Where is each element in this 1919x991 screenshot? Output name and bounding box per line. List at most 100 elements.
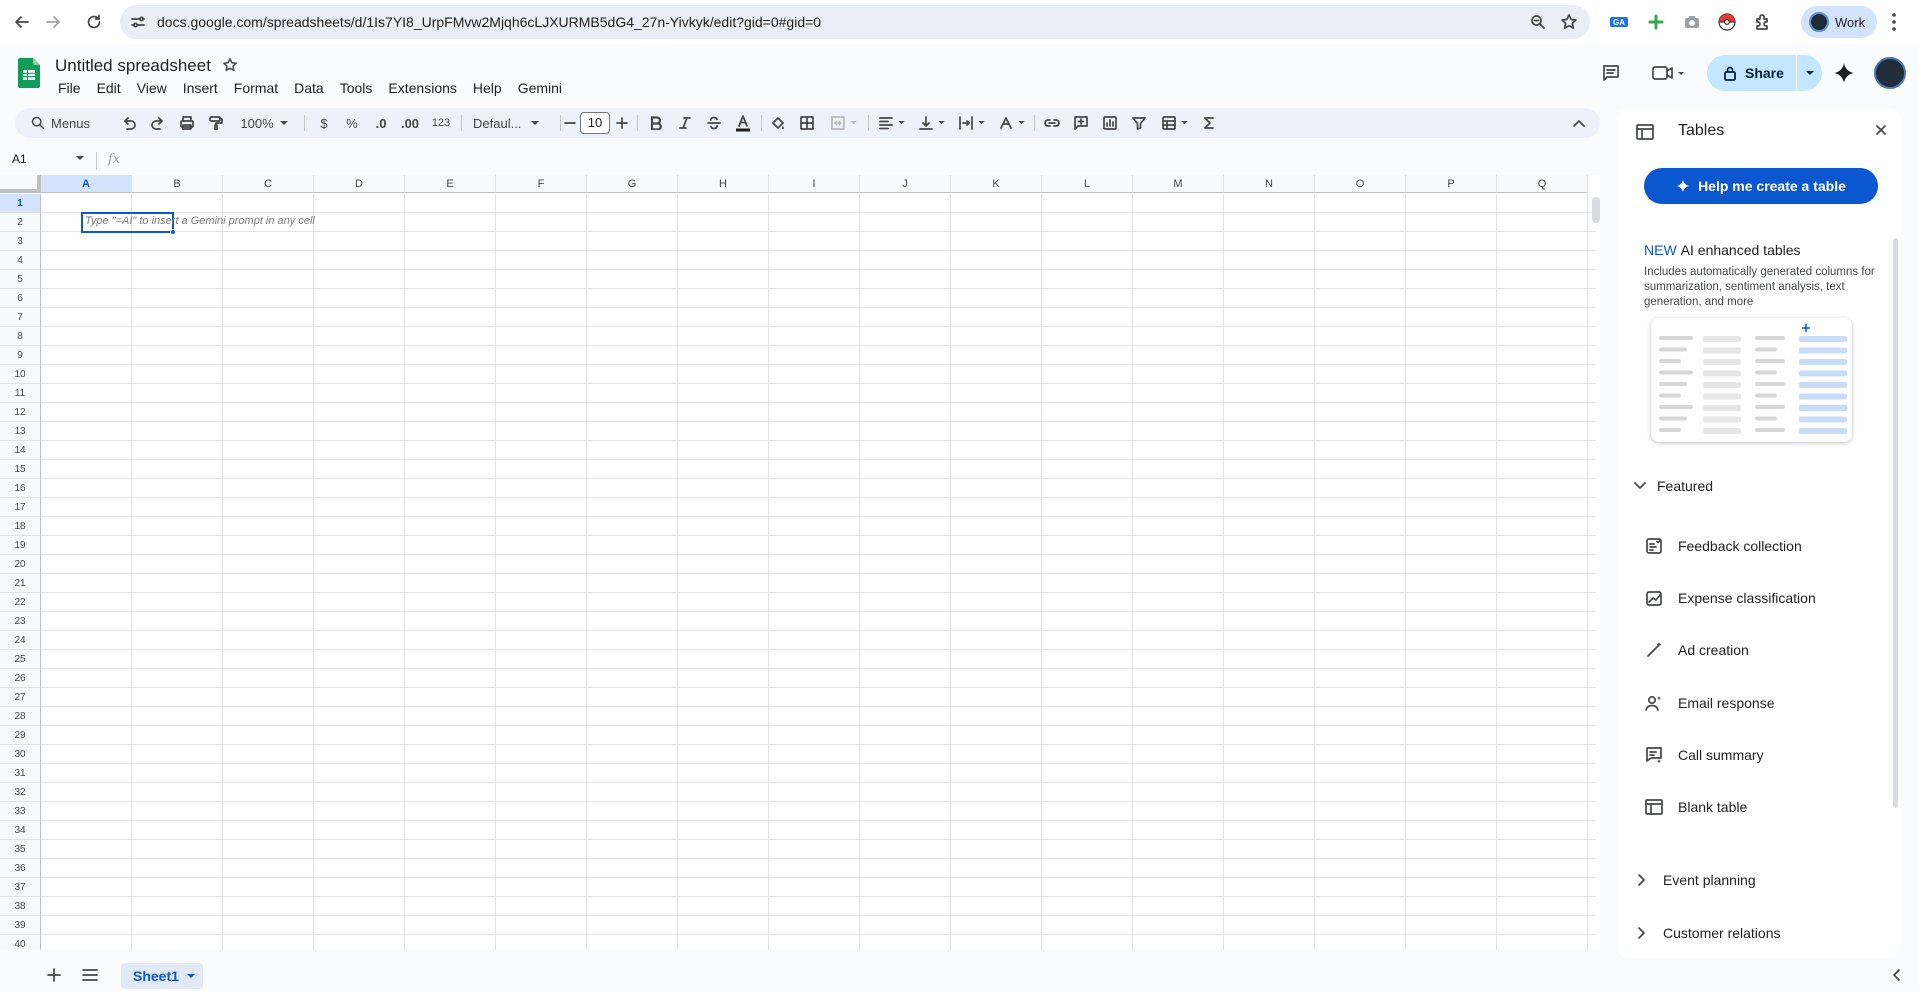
- row-header-1[interactable]: 1: [0, 194, 41, 213]
- site-info-icon[interactable]: [130, 14, 146, 30]
- vertical-scrollbar[interactable]: [1592, 197, 1600, 223]
- search-menus-button[interactable]: Menus: [23, 111, 113, 135]
- strikethrough-button[interactable]: [703, 112, 725, 134]
- column-header-c[interactable]: C: [223, 175, 314, 193]
- column-header-h[interactable]: H: [678, 175, 769, 193]
- comments-button[interactable]: [1599, 61, 1623, 85]
- menu-format[interactable]: Format: [226, 78, 286, 98]
- gemini-button[interactable]: [1832, 61, 1856, 85]
- all-sheets-button[interactable]: [82, 968, 98, 982]
- document-title[interactable]: Untitled spreadsheet: [55, 56, 211, 76]
- menu-gemini[interactable]: Gemini: [510, 78, 570, 98]
- row-header-28[interactable]: 28: [0, 707, 41, 726]
- italic-button[interactable]: [674, 112, 696, 134]
- column-header-m[interactable]: M: [1133, 175, 1224, 193]
- row-header-34[interactable]: 34: [0, 821, 41, 840]
- fill-handle[interactable]: [170, 229, 176, 235]
- row-header-37[interactable]: 37: [0, 878, 41, 897]
- row-header-18[interactable]: 18: [0, 517, 41, 536]
- row-header-25[interactable]: 25: [0, 650, 41, 669]
- column-header-p[interactable]: P: [1406, 175, 1497, 193]
- column-header-i[interactable]: I: [769, 175, 860, 193]
- name-box[interactable]: A1: [12, 152, 27, 166]
- spreadsheet-grid[interactable]: ABCDEFGHIJKLMNOPQ 1 2 3 4 5 6 7 8 9 10 11 12 13 14 15 1…: [0, 175, 1600, 950]
- decrease-decimal-button[interactable]: .0: [369, 112, 393, 134]
- template-blank-table[interactable]: Blank table: [1644, 797, 1747, 817]
- menu-extensions[interactable]: Extensions: [380, 78, 464, 98]
- row-header-17[interactable]: 17: [0, 498, 41, 517]
- section-event-planning[interactable]: Event planning: [1637, 872, 1756, 888]
- print-button[interactable]: [176, 112, 198, 134]
- ai-table-preview-illustration[interactable]: [1651, 318, 1852, 442]
- font-size-input[interactable]: 10: [580, 112, 610, 134]
- column-header-a[interactable]: A: [41, 175, 132, 193]
- select-all-corner[interactable]: [0, 175, 41, 193]
- bookmark-star-icon[interactable]: [1560, 13, 1578, 31]
- template-email-response[interactable]: Email response: [1644, 693, 1775, 713]
- currency-format-button[interactable]: $: [313, 112, 335, 134]
- column-header-k[interactable]: K: [951, 175, 1042, 193]
- text-wrapping-button[interactable]: [955, 112, 987, 134]
- row-header-33[interactable]: 33: [0, 802, 41, 821]
- star-document-icon[interactable]: [222, 57, 238, 73]
- browser-profile-button[interactable]: Work: [1801, 6, 1877, 38]
- menu-tools[interactable]: Tools: [332, 78, 381, 98]
- column-header-b[interactable]: B: [132, 175, 223, 193]
- caret-down-icon[interactable]: [186, 973, 195, 979]
- row-header-23[interactable]: 23: [0, 612, 41, 631]
- close-panel-button[interactable]: [1873, 122, 1889, 138]
- menu-insert[interactable]: Insert: [175, 78, 226, 98]
- number-format-button[interactable]: 123: [427, 112, 455, 134]
- extension-pokeball-icon[interactable]: [1716, 11, 1738, 33]
- row-header-31[interactable]: 31: [0, 764, 41, 783]
- row-header-19[interactable]: 19: [0, 536, 41, 555]
- menu-edit[interactable]: Edit: [89, 78, 129, 98]
- row-header-29[interactable]: 29: [0, 726, 41, 745]
- help-me-create-table-button[interactable]: Help me create a table: [1644, 168, 1878, 204]
- browser-menu-button[interactable]: [1891, 12, 1897, 32]
- zoom-icon[interactable]: [1530, 14, 1546, 30]
- increase-decimal-button[interactable]: .00: [397, 112, 423, 134]
- functions-button[interactable]: [1198, 112, 1220, 134]
- sheet-tab-sheet1[interactable]: Sheet1: [121, 963, 203, 989]
- extension-plus-icon[interactable]: [1645, 11, 1667, 33]
- row-header-10[interactable]: 10: [0, 365, 41, 384]
- template-feedback-collection[interactable]: Feedback collection: [1644, 536, 1802, 556]
- column-header-l[interactable]: L: [1042, 175, 1133, 193]
- row-header-4[interactable]: 4: [0, 251, 41, 270]
- panel-scrollbar[interactable]: [1893, 238, 1898, 808]
- row-header-21[interactable]: 21: [0, 574, 41, 593]
- font-family-select[interactable]: Defaul...: [467, 112, 553, 134]
- account-avatar[interactable]: [1874, 57, 1906, 89]
- column-header-e[interactable]: E: [405, 175, 496, 193]
- insert-link-button[interactable]: [1041, 112, 1063, 134]
- extension-translate-icon[interactable]: GA: [1608, 11, 1630, 33]
- row-header-16[interactable]: 16: [0, 479, 41, 498]
- row-header-30[interactable]: 30: [0, 745, 41, 764]
- row-header-22[interactable]: 22: [0, 593, 41, 612]
- template-expense-classification[interactable]: Expense classification: [1644, 588, 1816, 608]
- borders-button[interactable]: [796, 112, 818, 134]
- zoom-select[interactable]: 100%: [235, 112, 293, 134]
- row-header-15[interactable]: 15: [0, 460, 41, 479]
- create-filter-button[interactable]: [1128, 112, 1150, 134]
- row-header-40[interactable]: 40: [0, 935, 41, 950]
- insert-chart-button[interactable]: [1099, 112, 1121, 134]
- percent-format-button[interactable]: %: [341, 112, 363, 134]
- row-header-32[interactable]: 32: [0, 783, 41, 802]
- row-header-11[interactable]: 11: [0, 384, 41, 403]
- row-header-39[interactable]: 39: [0, 916, 41, 935]
- bold-button[interactable]: [645, 112, 667, 134]
- address-bar[interactable]: docs.google.com/spreadsheets/d/1Is7YI8_U…: [120, 5, 1590, 39]
- horizontal-align-button[interactable]: [875, 112, 907, 134]
- undo-button[interactable]: [118, 112, 140, 134]
- cell-area[interactable]: Type "=AI" to insert a Gemini prompt in …: [41, 194, 1596, 950]
- row-header-3[interactable]: 3: [0, 232, 41, 251]
- row-header-5[interactable]: 5: [0, 270, 41, 289]
- featured-section-toggle[interactable]: Featured: [1633, 478, 1713, 494]
- menu-data[interactable]: Data: [286, 78, 332, 98]
- column-header-q[interactable]: Q: [1497, 175, 1588, 193]
- extension-camera-icon[interactable]: [1681, 11, 1703, 33]
- text-color-button[interactable]: [732, 112, 754, 134]
- menu-help[interactable]: Help: [465, 78, 510, 98]
